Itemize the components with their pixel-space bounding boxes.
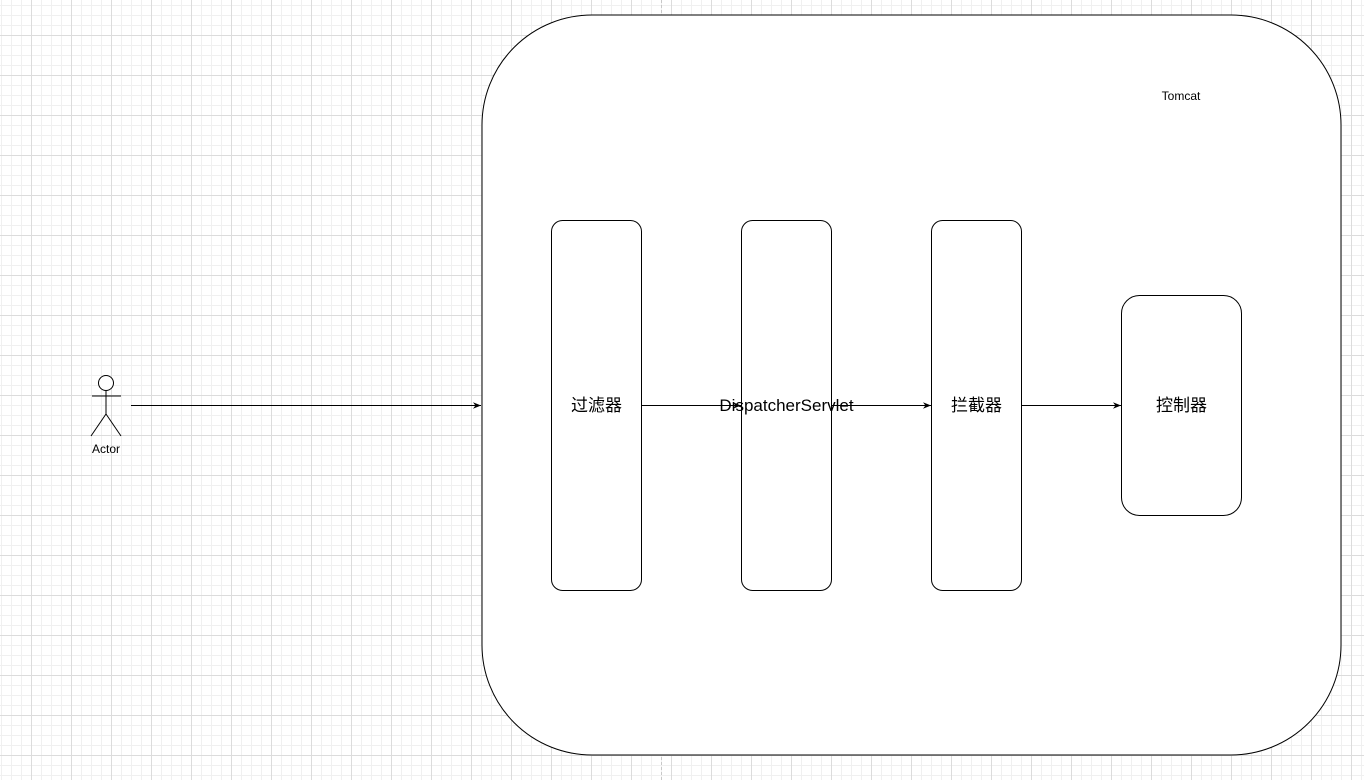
actor[interactable]: Actor	[90, 375, 122, 457]
diagram-canvas: Tomcat Actor 过滤器 DispatcherServlet 拦截器 控…	[90, 14, 1342, 756]
node-dispatcher-label: DispatcherServlet	[719, 396, 853, 415]
node-filter-label: 过滤器	[571, 396, 622, 415]
actor-icon	[90, 375, 122, 437]
node-controller-label: 控制器	[1156, 396, 1207, 415]
tomcat-label: Tomcat	[1162, 89, 1201, 103]
actor-label: Actor	[92, 442, 120, 456]
node-interceptor-label: 拦截器	[951, 396, 1002, 415]
